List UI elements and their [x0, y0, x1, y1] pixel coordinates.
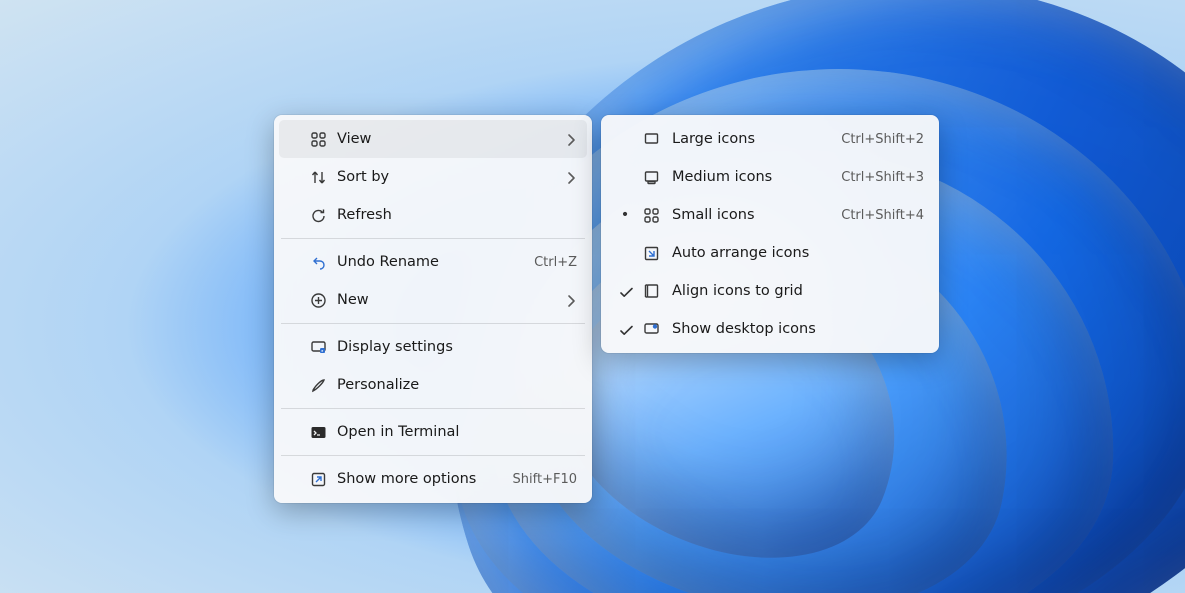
menu-item-label: Small icons — [666, 207, 841, 223]
menu-item-shortcut: Ctrl+Shift+3 — [841, 170, 924, 185]
submenu-item-auto-arrange[interactable]: Auto arrange icons — [606, 234, 934, 272]
terminal-icon — [305, 424, 331, 441]
expand-icon — [305, 471, 331, 488]
menu-item-label: New — [331, 292, 563, 308]
chevron-right-icon — [563, 292, 577, 309]
menu-item-new[interactable]: New — [279, 281, 587, 319]
menu-item-view[interactable]: View — [279, 120, 587, 158]
menu-separator — [281, 455, 585, 456]
auto-arrange-icon — [636, 245, 666, 262]
menu-item-open-terminal[interactable]: Open in Terminal — [279, 413, 587, 451]
large-icons-icon — [636, 131, 666, 148]
align-grid-icon — [636, 283, 666, 300]
menu-item-show-more-options[interactable]: Show more options Shift+F10 — [279, 460, 587, 498]
menu-item-label: Show more options — [331, 471, 513, 487]
menu-item-label: Auto arrange icons — [666, 245, 924, 261]
menu-item-sort-by[interactable]: Sort by — [279, 158, 587, 196]
menu-item-label: Personalize — [331, 377, 577, 393]
menu-item-label: Open in Terminal — [331, 424, 577, 440]
display-settings-icon — [305, 339, 331, 356]
menu-item-label: Display settings — [331, 339, 577, 355]
menu-item-label: Sort by — [331, 169, 563, 185]
menu-item-label: Medium icons — [666, 169, 841, 185]
check-icon — [614, 284, 636, 299]
menu-item-shortcut: Shift+F10 — [513, 472, 577, 487]
menu-item-shortcut: Ctrl+Shift+4 — [841, 208, 924, 223]
chevron-right-icon — [563, 131, 577, 148]
menu-item-label: Undo Rename — [331, 254, 534, 270]
menu-item-display-settings[interactable]: Display settings — [279, 328, 587, 366]
menu-item-undo-rename[interactable]: Undo Rename Ctrl+Z — [279, 243, 587, 281]
undo-icon — [305, 254, 331, 271]
check-icon — [614, 322, 636, 337]
desktop-wallpaper — [0, 0, 1185, 593]
menu-item-label: Show desktop icons — [666, 321, 924, 337]
submenu-item-small-icons[interactable]: • Small icons Ctrl+Shift+4 — [606, 196, 934, 234]
menu-item-personalize[interactable]: Personalize — [279, 366, 587, 404]
menu-item-label: Align icons to grid — [666, 283, 924, 299]
refresh-icon — [305, 207, 331, 224]
menu-separator — [281, 238, 585, 239]
plus-circle-icon — [305, 292, 331, 309]
chevron-right-icon — [563, 169, 577, 186]
menu-item-shortcut: Ctrl+Z — [534, 255, 577, 270]
submenu-item-medium-icons[interactable]: Medium icons Ctrl+Shift+3 — [606, 158, 934, 196]
menu-item-label: View — [331, 131, 563, 147]
menu-item-refresh[interactable]: Refresh — [279, 196, 587, 234]
view-submenu: Large icons Ctrl+Shift+2 Medium icons Ct… — [601, 115, 939, 353]
menu-item-label: Large icons — [666, 131, 841, 147]
radio-dot-icon: • — [614, 207, 636, 223]
menu-separator — [281, 408, 585, 409]
submenu-item-large-icons[interactable]: Large icons Ctrl+Shift+2 — [606, 120, 934, 158]
desktop-context-menu: View Sort by Refresh Undo Rename Ctrl+Z … — [274, 115, 592, 503]
menu-item-shortcut: Ctrl+Shift+2 — [841, 132, 924, 147]
brush-icon — [305, 377, 331, 394]
submenu-item-show-desktop-icons[interactable]: Show desktop icons — [606, 310, 934, 348]
desktop-icon — [636, 321, 666, 338]
sort-icon — [305, 169, 331, 186]
grid-icon — [305, 131, 331, 148]
medium-icons-icon — [636, 169, 666, 186]
menu-item-label: Refresh — [331, 207, 577, 223]
submenu-item-align-to-grid[interactable]: Align icons to grid — [606, 272, 934, 310]
grid-icon — [636, 207, 666, 224]
menu-separator — [281, 323, 585, 324]
